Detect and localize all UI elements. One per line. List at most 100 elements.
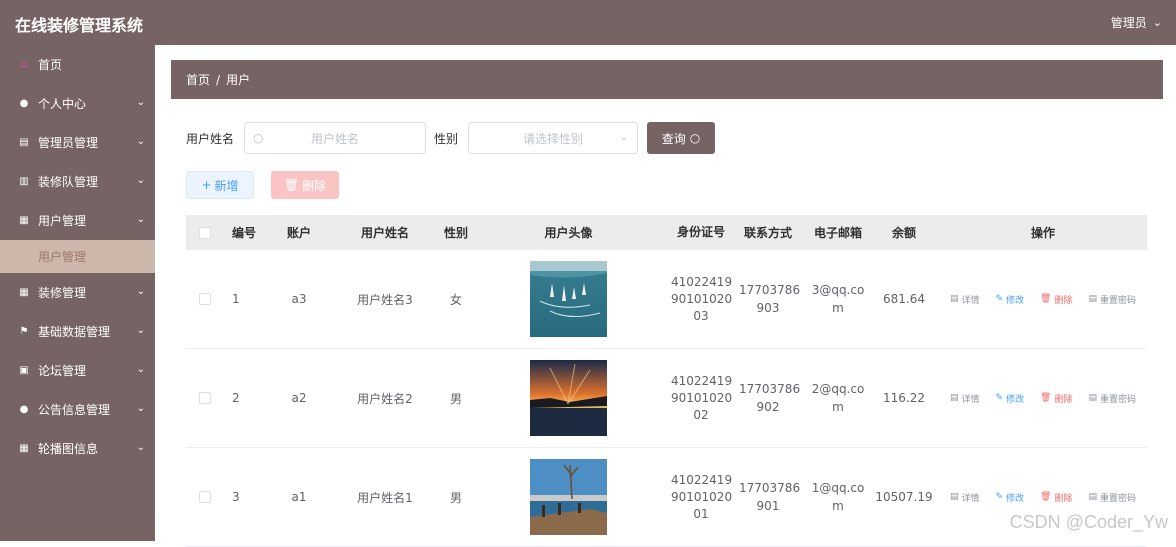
delete-button[interactable]: 🗑 删除 [1040,293,1072,306]
cell-phone: 17703786 903 [739,283,801,315]
select-all-checkbox[interactable] [186,226,224,239]
cell-email: 3@qq.co m [811,283,865,315]
detail-button[interactable]: ▤ 详情 [950,392,980,405]
breadcrumb-home[interactable]: 首页 [186,71,210,88]
trash-icon: 🗑 [1040,492,1052,502]
chevron-down-icon: ⌄ [136,136,145,147]
grid-icon: ▦ [19,443,29,454]
sidebar-item-label: 个人中心 [38,97,87,111]
bars-icon: ▥ [19,176,29,187]
sex-placeholder: 请选择性别 [523,131,584,146]
sidebar-item-admin[interactable]: ▤ 管理员管理 ⌄ [0,123,155,162]
header-account: 账户 [286,226,311,240]
delete-button[interactable]: 🗑 删除 [1040,392,1072,405]
pencil-icon: ✎ [995,492,1004,502]
user-icon: ● [19,404,29,415]
breadcrumb-separator: / [216,72,221,87]
sidebar-item-carousel[interactable]: ▦ 轮播图信息 ⌄ [0,429,155,468]
chevron-down-icon: ⌄ [1152,16,1162,29]
chevron-down-icon: ⌄ [136,286,145,297]
sidebar-item-notice[interactable]: ● 公告信息管理 ⌄ [0,390,155,429]
header-idno: 身份证号 [676,225,725,239]
grid-icon: ▦ [19,287,29,298]
reset-password-button[interactable]: ▤ 重置密码 [1089,491,1137,504]
reset-password-button[interactable]: ▤ 重置密码 [1089,392,1137,405]
cell-balance: 681.64 [883,292,925,306]
row-checkbox[interactable] [186,293,224,305]
cell-phone: 17703786 901 [739,481,801,513]
cell-account: a1 [291,490,307,504]
sidebar-item-users[interactable]: ▦ 用户管理 ⌄ [0,201,155,240]
sidebar-item-profile[interactable]: ● 个人中心 ⌄ [0,84,155,123]
sidebar-item-team[interactable]: ▥ 装修队管理 ⌄ [0,162,155,201]
row-checkbox[interactable] [186,392,224,404]
avatar-image-sunset[interactable] [530,360,607,436]
cell-account: a3 [291,292,307,306]
breadcrumb-current: 用户 [226,73,251,87]
sidebar-item-label: 管理员管理 [38,136,99,150]
sidebar-item-basedata[interactable]: ⚑ 基础数据管理 ⌄ [0,312,155,351]
cell-email: 1@qq.co m [811,481,865,513]
pencil-icon: ✎ [995,393,1004,403]
detail-button[interactable]: ▤ 详情 [950,491,980,504]
cell-idno: 41022419 90101020 01 [671,472,733,521]
header-ops: 操作 [1030,226,1055,240]
sidebar: ⌂ 首页 ● 个人中心 ⌄ ▤ 管理员管理 ⌄ ▥ 装修队管理 ⌄ ▦ 用户管理… [0,45,155,541]
table-header: 编号 账户 用户姓名 性别 用户头像 身份证号 联系方式 电子邮箱 余额 操作 [186,215,1147,250]
doc-icon: ▤ [1088,393,1098,403]
sex-select[interactable]: 请选择性别 ⌄ [468,122,639,154]
sidebar-subitem-user-management[interactable]: 用户管理 [0,240,155,273]
cell-id: 2 [232,391,240,405]
sidebar-item-label: 轮播图信息 [38,442,99,456]
detail-button[interactable]: ▤ 详情 [950,293,980,306]
sidebar-item-label: 基础数据管理 [38,325,111,339]
sidebar-item-label: 首页 [38,58,63,72]
header-sex: 性别 [443,226,468,240]
cell-balance: 10507.19 [875,490,933,504]
doc-icon: ▤ [949,492,959,502]
name-search-input[interactable]: ○ 用户姓名 [244,122,427,154]
image-icon: ▣ [19,365,29,376]
query-label: 查询 [661,131,686,146]
avatar-image-sea[interactable] [530,261,607,337]
edit-button[interactable]: ✎ 修改 [995,491,1024,504]
sidebar-item-forum[interactable]: ▣ 论坛管理 ⌄ [0,351,155,390]
query-button[interactable]: 查询 ○ [647,122,716,154]
reset-password-button[interactable]: ▤ 重置密码 [1089,293,1137,306]
sidebar-item-decoration[interactable]: ▦ 装修管理 ⌄ [0,273,155,312]
cell-phone: 17703786 902 [739,382,801,414]
cell-name: 用户姓名1 [357,490,413,505]
breadcrumb: 首页 / 用户 [171,60,1163,99]
edit-button[interactable]: ✎ 修改 [995,293,1024,306]
chevron-down-icon: ⌄ [136,403,145,414]
user-menu[interactable]: 管理员 ⌄ [1111,14,1162,31]
cell-sex: 男 [449,391,462,406]
cell-idno: 41022419 90101020 02 [671,373,733,422]
row-checkbox[interactable] [186,491,224,503]
add-button[interactable]: + 新增 [186,171,254,199]
cell-ops: ▤ 详情 ✎ 修改 🗑 删除 ▤ 重置密码 [939,293,1147,306]
user-name: 管理员 [1110,16,1147,30]
trash-icon: 🗑 [1040,393,1052,403]
cell-sex: 男 [449,490,462,505]
delete-label: 删除 [302,178,327,193]
doc-icon: ▤ [949,393,959,403]
cell-name: 用户姓名2 [357,391,413,406]
header-balance: 余额 [891,226,916,240]
sidebar-item-label: 论坛管理 [38,364,87,378]
trash-icon: 🗑 [283,178,300,192]
delete-button[interactable]: 🗑 删除 [1040,491,1072,504]
user-table: 编号 账户 用户姓名 性别 用户头像 身份证号 联系方式 电子邮箱 余额 操作 … [186,215,1147,547]
cell-avatar [476,261,661,337]
cell-avatar [476,360,661,436]
sidebar-item-home[interactable]: ⌂ 首页 [0,45,155,84]
cell-ops: ▤ 详情 ✎ 修改 🗑 删除 ▤ 重置密码 [939,491,1147,504]
batch-delete-button[interactable]: 🗑 删除 [271,171,339,199]
chevron-down-icon: ⌄ [136,175,145,186]
avatar-image-pier[interactable] [530,459,607,535]
watermark: CSDN @Coder_Yw [1009,512,1168,532]
cell-avatar [476,459,661,535]
sidebar-item-label: 装修管理 [38,286,87,300]
chevron-down-icon: ⌄ [619,132,629,143]
edit-button[interactable]: ✎ 修改 [995,392,1024,405]
